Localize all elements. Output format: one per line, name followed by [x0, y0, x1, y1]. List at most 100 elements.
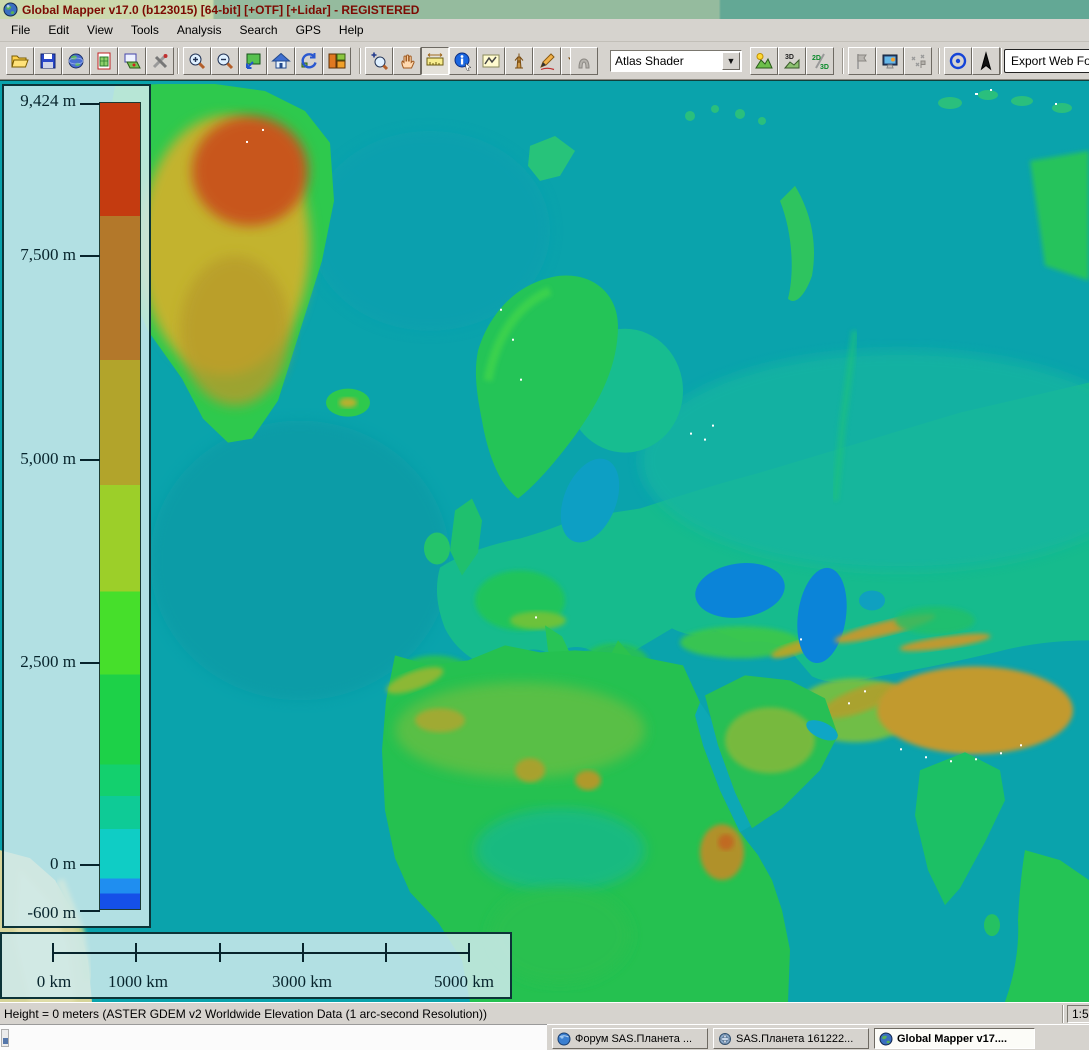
status-bar: Height = 0 meters (ASTER GDEM v2 Worldwi…: [0, 1002, 1089, 1024]
legend-tick: [80, 103, 100, 105]
elevation-legend: 9,424 m 7,500 m 5,000 m 2,500 m 0 m -600…: [2, 84, 151, 928]
dropdown-arrow-icon[interactable]: ▼: [722, 52, 740, 70]
walk-3d-button-disabled[interactable]: [570, 47, 598, 75]
legend-tick: [80, 255, 100, 257]
refresh-button[interactable]: [295, 47, 323, 75]
menu-analysis[interactable]: Analysis: [168, 20, 231, 40]
scale-tick: [135, 943, 137, 962]
menu-edit[interactable]: Edit: [39, 20, 78, 40]
tools-config-icon: [150, 51, 170, 71]
toolbar-separator: [359, 48, 361, 74]
tile-windows-button[interactable]: [323, 47, 351, 75]
north-arrow-button[interactable]: [972, 47, 1000, 75]
title-bar: Global Mapper v17.0 (b123015) [64-bit] […: [0, 0, 1089, 19]
tower-viewshed-icon: [509, 51, 529, 71]
global-mapper-icon: [879, 1032, 893, 1046]
flag-button-disabled[interactable]: [848, 47, 876, 75]
sun-terrain-icon: [754, 51, 774, 71]
home-view-button[interactable]: [267, 47, 295, 75]
gps-center-button[interactable]: [944, 47, 972, 75]
full-view-button[interactable]: [239, 47, 267, 75]
legend-label-max: 9,424 m: [4, 91, 76, 111]
menu-tools[interactable]: Tools: [122, 20, 168, 40]
taskbar-button-label: Форум SAS.Планета ...: [575, 1033, 692, 1045]
feature-info-button[interactable]: [449, 47, 477, 75]
scale-label-0km: 0 km: [37, 972, 71, 992]
configuration-button[interactable]: [146, 47, 174, 75]
zoom-in-button[interactable]: [183, 47, 211, 75]
swap-2d-3d-button[interactable]: 2D 3D: [806, 47, 834, 75]
pan-button[interactable]: [393, 47, 421, 75]
toolbar-group-gps: [944, 47, 1000, 75]
taskbar-button-sas-planet[interactable]: SAS.Планета 161222...: [713, 1028, 869, 1049]
legend-tick: [80, 662, 100, 664]
layers-icon: [122, 51, 142, 71]
full-extent-icon: [243, 51, 263, 71]
elevation-color-bar: [99, 102, 141, 910]
zoom-out-button[interactable]: [211, 47, 239, 75]
target-gps-icon: [948, 51, 968, 71]
digitizer-button[interactable]: [533, 47, 561, 75]
toolbar-group-tools: [365, 47, 589, 75]
image-viewer-button[interactable]: [876, 47, 904, 75]
legend-tick: [80, 459, 100, 461]
path-profile-button[interactable]: [477, 47, 505, 75]
taskbar-button-forum-sas[interactable]: Форум SAS.Планета ...: [552, 1028, 708, 1049]
svg-text:3D: 3D: [785, 54, 794, 61]
taskbar-button-label: SAS.Планета 161222...: [736, 1033, 853, 1045]
legend-label-7500: 7,500 m: [4, 245, 76, 265]
menu-gps[interactable]: GPS: [287, 20, 330, 40]
2d-3d-swap-icon: 2D 3D: [810, 51, 830, 71]
north-arrow-icon: [976, 51, 996, 71]
export-web-form-button[interactable]: Export Web Form...: [1004, 49, 1089, 73]
legend-label-min: -600 m: [4, 903, 76, 923]
map-canvas[interactable]: [0, 80, 1089, 1002]
shader-dropdown-value: Atlas Shader: [611, 54, 722, 68]
bottom-strip: Форум SAS.Планета ... SAS.Планета 161222…: [0, 1024, 1089, 1050]
legend-label-2500: 2,500 m: [4, 652, 76, 672]
open-web-button[interactable]: [62, 47, 90, 75]
hand-pan-icon: [397, 51, 417, 71]
browser-globe-icon: [557, 1032, 571, 1046]
pencil-icon: [537, 51, 557, 71]
open-file-button[interactable]: [6, 47, 34, 75]
sas-planet-icon: [718, 1032, 732, 1046]
zoom-box-icon: [369, 51, 389, 71]
3d-view-button[interactable]: 3D: [778, 47, 806, 75]
overlay-control-center-button[interactable]: [118, 47, 146, 75]
shader-dropdown[interactable]: Atlas Shader ▼: [610, 50, 742, 72]
floppy-save-icon: [38, 51, 58, 71]
save-button[interactable]: [34, 47, 62, 75]
open-data-file-button[interactable]: [90, 47, 118, 75]
lidar-button-disabled[interactable]: [904, 47, 932, 75]
map-scale-field: 1:5: [1067, 1005, 1089, 1023]
background-window-icon-fragment: [1, 1029, 9, 1047]
zoom-in-icon: [187, 51, 207, 71]
svg-text:2D: 2D: [812, 55, 821, 62]
view-shed-button[interactable]: [505, 47, 533, 75]
status-divider: [1062, 1005, 1064, 1023]
app-globe-icon: [3, 2, 18, 17]
background-window-edge: [0, 1024, 547, 1050]
scale-tick: [219, 943, 221, 962]
menu-file[interactable]: File: [2, 20, 39, 40]
zoom-box-button[interactable]: [365, 47, 393, 75]
arch-walk-icon: [574, 51, 594, 71]
toolbar-group-view: [848, 47, 932, 75]
hill-shading-button[interactable]: [750, 47, 778, 75]
menu-help[interactable]: Help: [330, 20, 373, 40]
menu-bar: File Edit View Tools Analysis Search GPS…: [0, 19, 1089, 42]
info-cursor-icon: [453, 51, 473, 71]
taskbar-button-global-mapper[interactable]: Global Mapper v17....: [874, 1028, 1035, 1049]
scale-tick: [385, 943, 387, 962]
menu-search[interactable]: Search: [231, 20, 287, 40]
scale-tick: [468, 943, 470, 962]
scale-label-1000km: 1000 km: [108, 972, 168, 992]
scale-label-5000km: 5000 km: [434, 972, 494, 992]
menu-view[interactable]: View: [78, 20, 122, 40]
toolbar-group-zoom: [183, 47, 351, 75]
profile-chart-icon: [481, 51, 501, 71]
flag-icon: [852, 51, 872, 71]
3d-view-icon: 3D: [782, 51, 802, 71]
measure-button[interactable]: [421, 47, 449, 75]
